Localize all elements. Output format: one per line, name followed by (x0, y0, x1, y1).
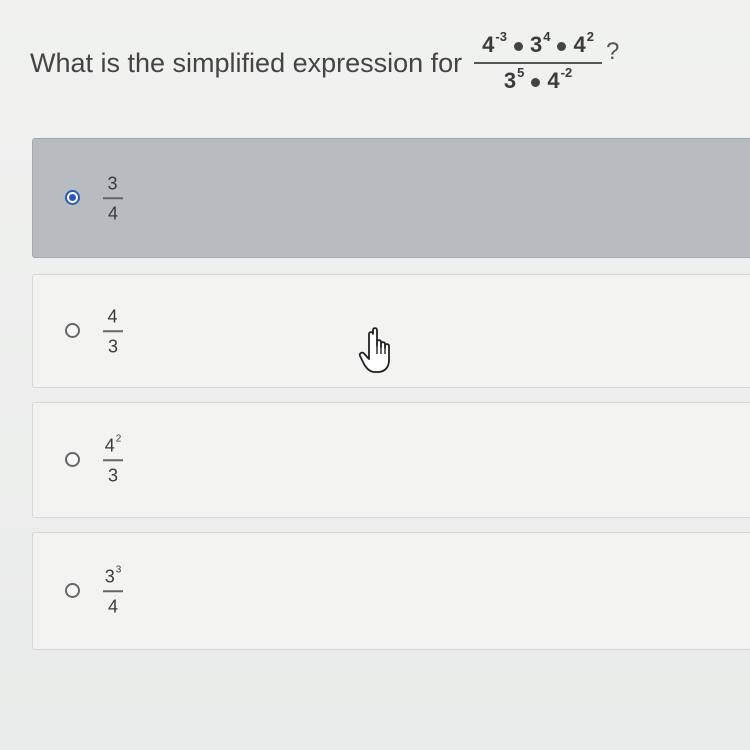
numerator-term-2: 34 (530, 30, 550, 60)
option-1-numerator-base: 3 (107, 173, 118, 194)
denominator-term-2-base: 4 (547, 68, 560, 93)
numerator-term-2-exponent: 4 (543, 29, 551, 44)
option-2-numerator: 4 (107, 305, 118, 327)
option-4-numerator-exponent: 3 (115, 564, 122, 576)
answer-option-4[interactable]: 33 4 (32, 532, 750, 650)
question-expression: 4 -3 34 42 35 4 -2 (474, 30, 602, 96)
answer-option-3[interactable]: 42 3 (32, 402, 750, 518)
question-text: What is the simplified expression for (30, 47, 463, 78)
option-1-numerator: 3 (107, 172, 118, 194)
multiply-dot-icon (531, 78, 541, 87)
expression-numerator: 4 -3 34 42 (474, 30, 602, 60)
numerator-term-1: 4 -3 (482, 30, 507, 60)
fraction-bar (103, 590, 123, 592)
option-3-denominator: 3 (107, 464, 118, 485)
expression-denominator: 35 4 -2 (496, 66, 580, 96)
numerator-term-3: 42 (573, 30, 593, 60)
multiply-dot-icon (557, 42, 567, 51)
numerator-term-1-exponent: -3 (495, 29, 507, 44)
denominator-term-2-exponent: -2 (560, 65, 573, 80)
fraction-bar (103, 330, 123, 332)
numerator-term-2-base: 3 (529, 32, 543, 57)
option-4-fraction: 33 4 (103, 565, 123, 617)
option-4-numerator-base: 3 (104, 566, 115, 587)
radio-selected-icon[interactable] (65, 190, 80, 205)
answer-option-1[interactable]: 3 4 (32, 138, 750, 258)
denominator-term-2: 4 -2 (547, 66, 572, 96)
denominator-term-1-exponent: 5 (517, 65, 525, 80)
fraction-bar (103, 459, 123, 461)
option-3-numerator-base: 4 (104, 435, 115, 456)
radio-unselected-icon[interactable] (65, 583, 80, 598)
radio-unselected-icon[interactable] (65, 452, 80, 467)
quiz-page: What is the simplified expression for 4-… (0, 0, 750, 750)
question-prompt: What is the simplified expression for 4-… (30, 30, 619, 96)
option-4-denominator: 4 (107, 595, 118, 616)
question-mark: ? (605, 38, 620, 65)
option-2-numerator-base: 4 (107, 306, 118, 327)
option-2-fraction: 4 3 (103, 305, 123, 357)
numerator-term-3-base: 4 (573, 32, 586, 57)
multiply-dot-icon (513, 42, 523, 51)
option-4-numerator: 33 (105, 565, 122, 587)
option-2-denominator: 3 (107, 335, 118, 356)
numerator-term-3-exponent: 2 (586, 29, 594, 44)
fraction-bar (474, 62, 602, 64)
option-1-fraction: 3 4 (103, 172, 123, 224)
fraction-bar (103, 197, 123, 199)
numerator-term-1-base: 4 (482, 32, 495, 57)
denominator-term-1-base: 3 (503, 68, 517, 93)
radio-unselected-icon[interactable] (65, 323, 80, 338)
denominator-term-1: 35 (504, 66, 524, 96)
option-3-numerator: 42 (105, 434, 122, 456)
option-1-denominator: 4 (107, 202, 118, 223)
option-3-numerator-exponent: 2 (115, 433, 122, 445)
option-3-fraction: 42 3 (103, 434, 123, 486)
hand-pointer-icon (358, 327, 390, 373)
